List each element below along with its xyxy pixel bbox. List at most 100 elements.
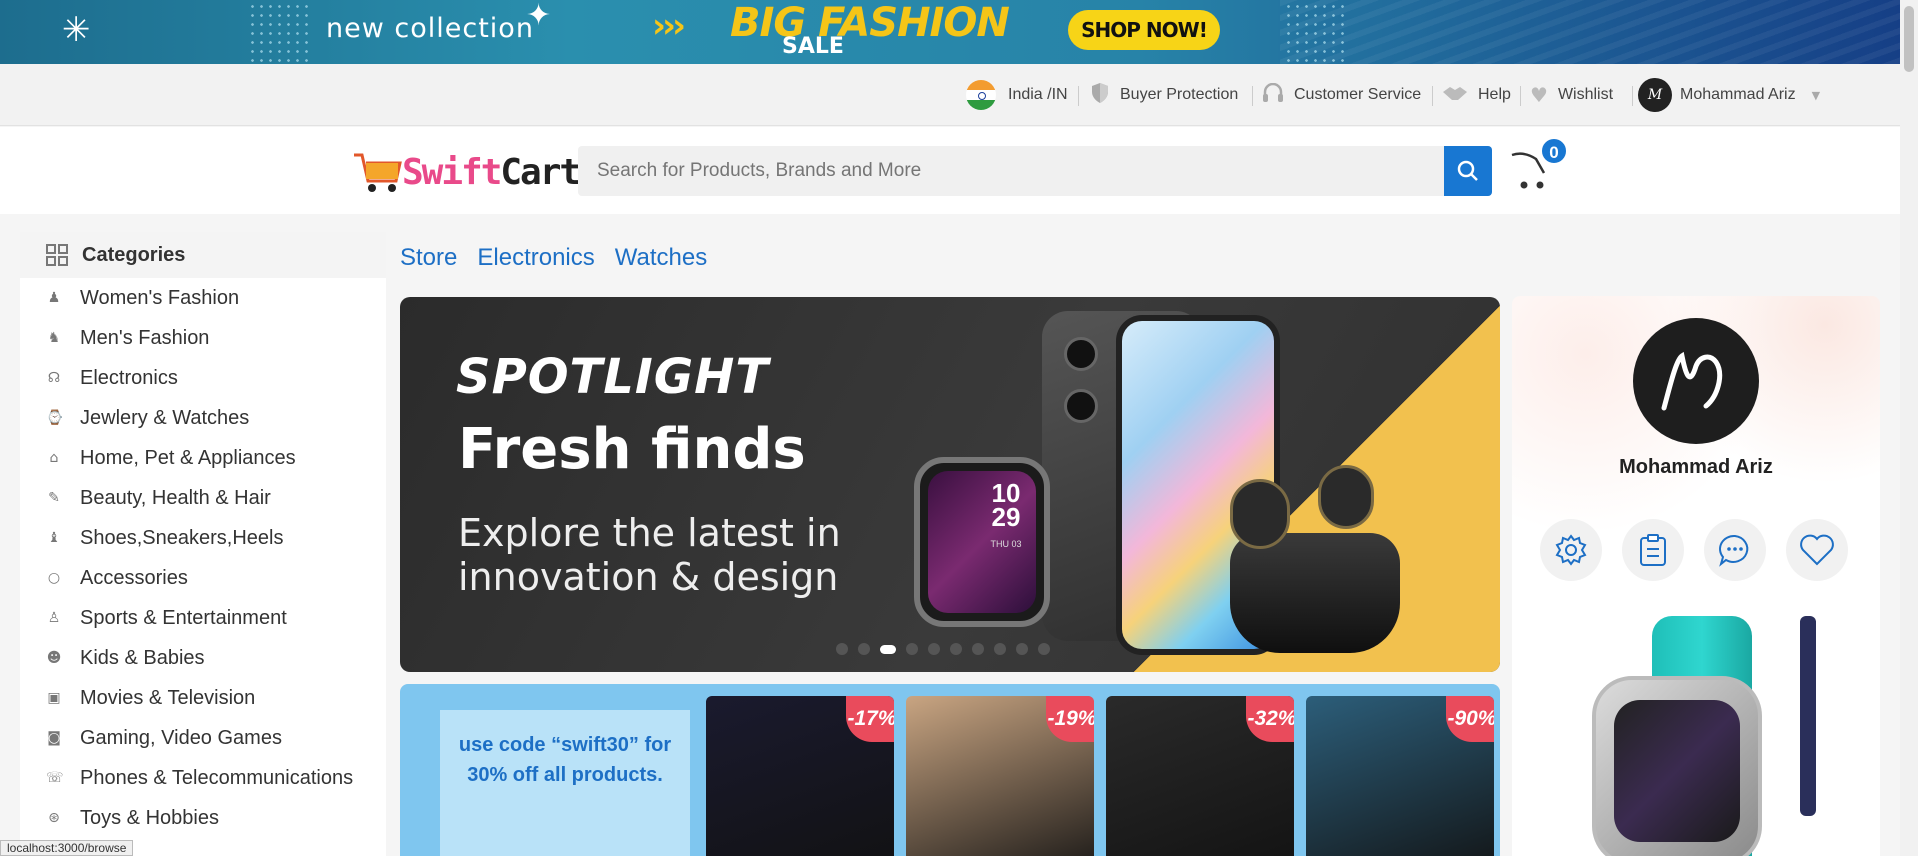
sidebar-item-gaming-video-games[interactable]: ◙ Gaming, Video Games [20, 718, 386, 758]
caret-down-icon: ▼ [1811, 88, 1821, 102]
help-link[interactable]: Help [1442, 64, 1511, 126]
divider [1632, 86, 1633, 106]
earbuds-case-image [1230, 533, 1400, 653]
watch-icon: ⌚ [46, 410, 64, 426]
carousel-dot[interactable] [928, 643, 940, 655]
shop-now-button[interactable]: SHOP NOW! [1068, 10, 1220, 50]
discount-badge: -90% [1446, 696, 1494, 742]
carousel-dot[interactable] [950, 643, 962, 655]
settings-button[interactable] [1540, 519, 1602, 581]
sidebar-item-label: Kids & Babies [80, 646, 205, 669]
cart-logo-icon [354, 153, 402, 192]
dress-icon: ♟ [47, 290, 61, 306]
sidebar-item-movies-television[interactable]: ▣ Movies & Television [20, 678, 386, 718]
featured-watch-image[interactable] [1572, 616, 1816, 856]
breadcrumb-electronics[interactable]: Electronics [477, 244, 594, 272]
sidebar-item-kids-babies[interactable]: ☻ Kids & Babies [20, 638, 386, 678]
site-logo[interactable]: Swift Cart [352, 147, 581, 197]
trophy-icon: ♙ [47, 610, 61, 626]
clipboard-icon [1640, 534, 1666, 566]
orders-button[interactable] [1622, 519, 1684, 581]
breadcrumb-store[interactable]: Store [400, 244, 457, 272]
sidebar-item-label: Gaming, Video Games [80, 726, 282, 749]
hero-headline: Fresh finds [458, 417, 806, 482]
country-label: India /IN [1008, 86, 1068, 103]
country-selector[interactable]: India /IN [966, 64, 1068, 126]
sidebar-item-toys-hobbies[interactable]: ⊛ Toys & Hobbies [20, 798, 386, 838]
hero-subline: Explore the latest in innovation & desig… [458, 511, 841, 599]
utility-bar: India /IN Buyer Protection Customer Serv… [0, 64, 1900, 126]
user-menu[interactable]: M Mohammad Ariz ▼ [1638, 64, 1820, 126]
earbud-image [1318, 465, 1374, 529]
wishlist-button[interactable] [1786, 519, 1848, 581]
watch-time: 10 29 [991, 478, 1021, 532]
buyer-protection-label: Buyer Protection [1120, 86, 1239, 103]
carousel-dot[interactable] [994, 643, 1006, 655]
hero-carousel[interactable]: SPOTLIGHT Fresh finds Explore the latest… [400, 297, 1500, 672]
carousel-dot[interactable] [1038, 643, 1050, 655]
customer-service-link[interactable]: Customer Service [1262, 64, 1421, 126]
divider [1252, 86, 1253, 106]
sidebar-item-men-s-fashion[interactable]: ♞ Men's Fashion [20, 318, 386, 358]
search-button[interactable] [1444, 146, 1492, 196]
carousel-dot[interactable] [858, 643, 870, 655]
sidebar-item-label: Accessories [80, 566, 188, 589]
customer-service-label: Customer Service [1294, 86, 1422, 103]
cart-count-badge: 0 [1540, 137, 1568, 165]
messages-button[interactable] [1704, 519, 1766, 581]
sidebar-item-home-pet-appliances[interactable]: ⌂ Home, Pet & Appliances [20, 438, 386, 478]
buyer-protection-link[interactable]: Buyer Protection [1090, 64, 1238, 126]
breadcrumb-watches[interactable]: Watches [615, 244, 707, 272]
discount-badge: -17% [846, 696, 894, 742]
carousel-dot[interactable] [836, 643, 848, 655]
sidebar-item-label: Jewlery & Watches [80, 406, 250, 429]
sidebar-item-phones-telecommunications[interactable]: ☏ Phones & Telecommunications [20, 758, 386, 798]
decor-dots [248, 2, 308, 62]
sidebar-item-shoes-sneakers-heels[interactable]: ♝ Shoes,Sneakers,Heels [20, 518, 386, 558]
sidebar-item-label: Home, Pet & Appliances [80, 446, 296, 469]
sidebar-item-sports-entertainment[interactable]: ♙ Sports & Entertainment [20, 598, 386, 638]
sidebar-item-beauty-health-hair[interactable]: ✎ Beauty, Health & Hair [20, 478, 386, 518]
divider [1078, 86, 1079, 106]
search-icon [1457, 160, 1478, 181]
categories-list: ♟ Women's Fashion ♞ Men's Fashion ☊ Electroni… [20, 278, 386, 856]
carousel-dot[interactable] [1016, 643, 1028, 655]
deal-card-earbuds[interactable]: -90% [1306, 696, 1494, 856]
sidebar-item-jewlery-watches[interactable]: ⌚ Jewlery & Watches [20, 398, 386, 438]
sidebar-item-electronics[interactable]: ☊ Electronics [20, 358, 386, 398]
profile-avatar[interactable] [1633, 318, 1759, 444]
carousel-dot[interactable] [906, 643, 918, 655]
status-url: localhost:3000/browse [0, 840, 134, 856]
carousel-dot[interactable] [972, 643, 984, 655]
carousel-dot[interactable] [880, 645, 896, 654]
smartwatch-image: 10 29 THU 03 [914, 457, 1050, 627]
sidebar-item-label: Beauty, Health & Hair [80, 486, 271, 509]
promo-new-collection: new collection [326, 13, 534, 44]
categories-title: Categories [82, 243, 186, 266]
page-scrollbar[interactable] [1900, 0, 1918, 856]
sidebar-item-label: Phones & Telecommunications [80, 766, 354, 789]
india-flag-icon [966, 80, 996, 110]
user-avatar: M [1638, 78, 1672, 112]
phone-icon: ☏ [46, 770, 64, 786]
scrollbar-thumb[interactable] [1904, 6, 1914, 72]
divider [1520, 86, 1521, 106]
promo-code-text: use code “swift30” for 30% off all produ… [458, 734, 672, 786]
promo-sale: SALE [782, 34, 844, 59]
sidebar-item-women-s-fashion[interactable]: ♟ Women's Fashion [20, 278, 386, 318]
search-input[interactable] [578, 146, 1438, 196]
hero-spotlight: SPOTLIGHT [456, 349, 770, 405]
sidebar-item-accessories[interactable]: ○ Accessories [20, 558, 386, 598]
wishlist-link[interactable]: ♥ Wishlist [1530, 64, 1613, 126]
deals-strip: use code “swift30” for 30% off all produ… [400, 684, 1500, 856]
deal-card-iphone[interactable]: -32% [1106, 696, 1294, 856]
categories-header: Categories [20, 232, 386, 278]
deal-card-smartwatch[interactable]: -19% [906, 696, 1094, 856]
promo-banner[interactable]: ✳ ✦ new collection ››› BIG FASHION SALE … [0, 0, 1900, 64]
chevrons-icon: ››› [652, 6, 686, 46]
discount-badge: -32% [1246, 696, 1294, 742]
profile-panel: Mohammad Ariz [1512, 296, 1880, 856]
sidebar-item-label: Sports & Entertainment [80, 606, 287, 629]
deal-card-helmet[interactable]: -17% [706, 696, 894, 856]
ring-icon: ○ [47, 570, 61, 586]
